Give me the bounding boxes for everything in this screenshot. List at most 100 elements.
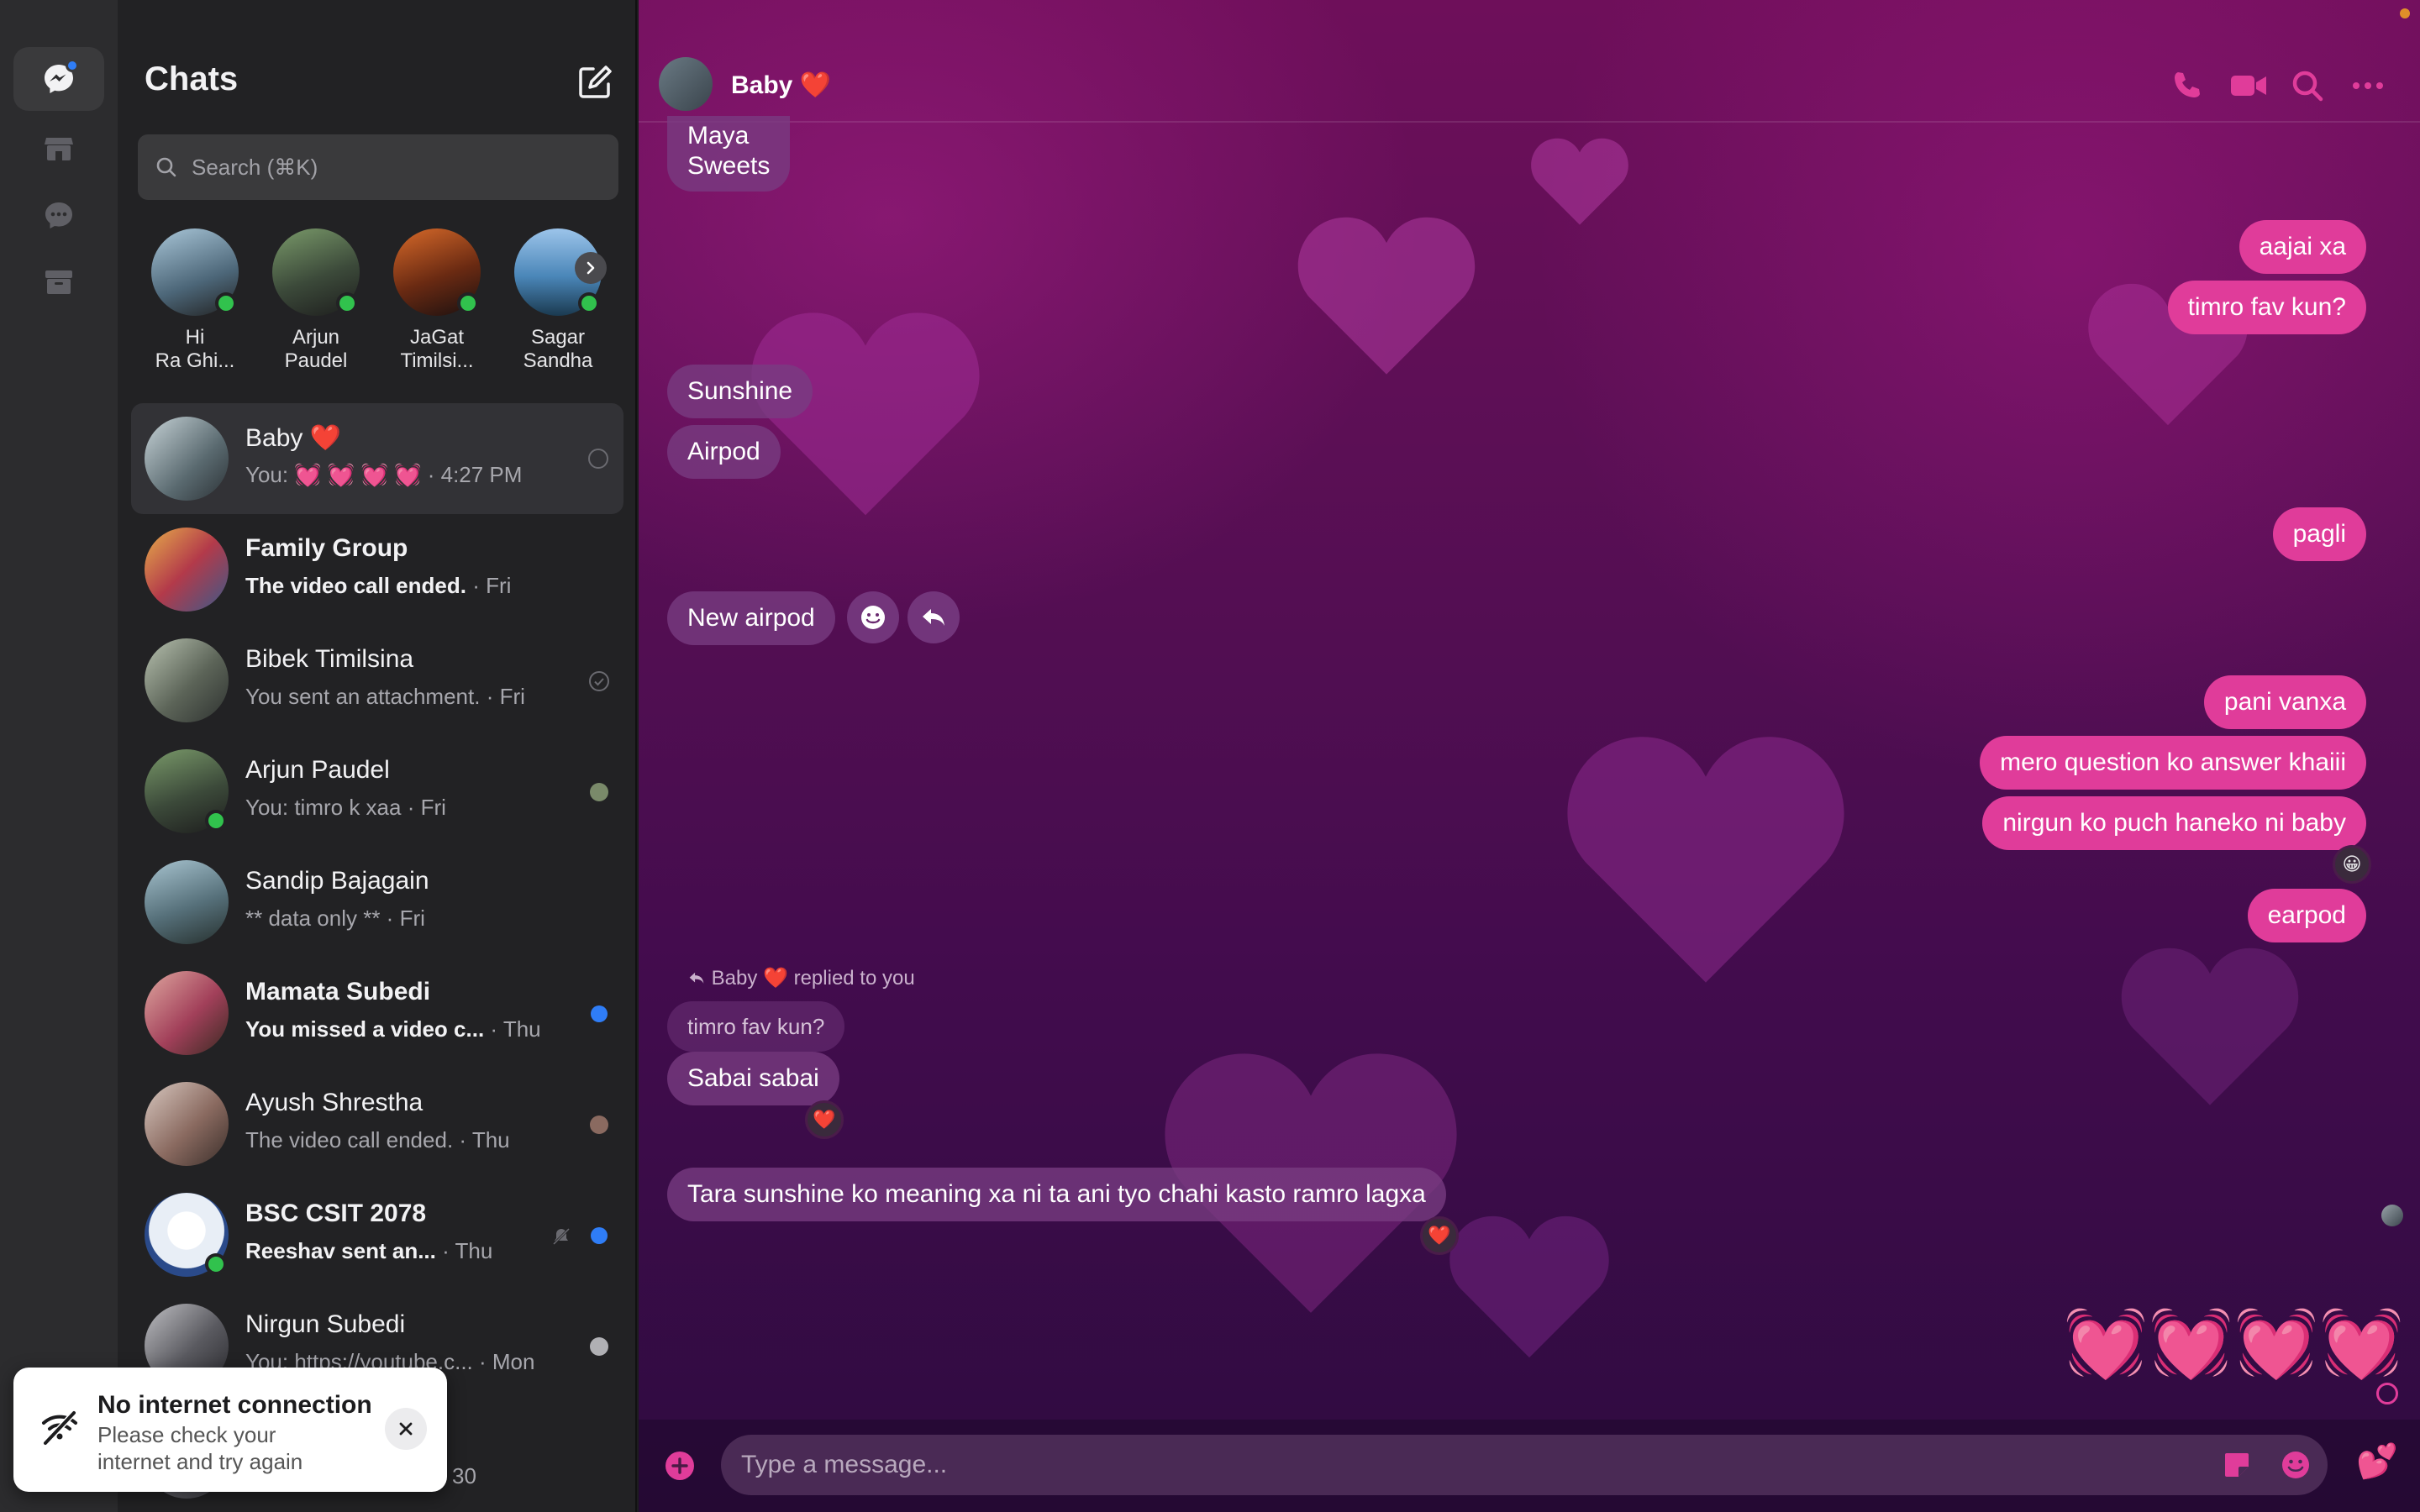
outgoing-message[interactable]: mero question ko answer khaiii: [1980, 736, 2366, 790]
message-input[interactable]: [741, 1435, 2170, 1495]
avatar: [145, 528, 229, 612]
seen-avatar: [590, 1116, 608, 1134]
delivery-status: [588, 449, 610, 470]
reply-button[interactable]: [908, 591, 960, 643]
conversation-name: Sandip Bajagain: [245, 867, 429, 895]
incoming-message[interactable]: Maya Sweets: [667, 116, 791, 192]
message-reaction[interactable]: 😀: [2333, 845, 2371, 884]
conversation-name: Nirgun Subedi: [245, 1310, 406, 1338]
conversation-item[interactable]: Ayush Shrestha The video call ended. · T…: [131, 1068, 623, 1179]
seen-avatar: [590, 1337, 608, 1356]
close-icon: [399, 1422, 413, 1436]
rail-marketplace-button[interactable]: [13, 116, 104, 180]
rail-chats-button[interactable]: [13, 47, 104, 111]
conversation-pane: Baby ❤️ Maya Sweets aajai xa timro fav k…: [639, 0, 2420, 1512]
online-indicator: [205, 1253, 227, 1275]
heart-decoration: [1567, 737, 1844, 983]
seen-avatar: [2381, 1205, 2403, 1226]
unread-indicator: [588, 1225, 610, 1247]
outgoing-message[interactable]: aajai xa: [2238, 220, 2366, 274]
message-preview: You sent an attachment.: [245, 684, 481, 709]
rail-archive-button[interactable]: [13, 250, 104, 314]
conversation-item[interactable]: BSC CSIT 2078 Reeshav sent an... · Thu: [131, 1179, 623, 1290]
avatar: [145, 971, 229, 1055]
more-options-icon[interactable]: [2349, 67, 2386, 104]
message-time: Thu: [502, 1016, 541, 1042]
chat-list-panel: Chats HiRa Ghi... ArjunPaudel JaGatTimil…: [118, 0, 637, 1512]
conversation-item[interactable]: Bibek Timilsina You sent an attachment. …: [131, 625, 623, 736]
phone-icon[interactable]: [2168, 67, 2205, 104]
search-icon: [156, 157, 176, 177]
conversation-name: Ayush Shrestha: [245, 1089, 424, 1116]
video-call-icon[interactable]: [2228, 67, 2269, 104]
delivery-status: [588, 1336, 610, 1357]
chat-bubble-icon: [45, 202, 72, 228]
unread-indicator: [66, 59, 79, 72]
outgoing-message[interactable]: pani vanxa: [2203, 675, 2366, 729]
conversation-item[interactable]: Arjun Paudel You: timro k xaa · Fri: [131, 736, 623, 847]
outgoing-message[interactable]: nirgun ko puch haneko ni baby: [1982, 796, 2366, 850]
outgoing-message[interactable]: earpod: [2247, 889, 2366, 942]
outgoing-hearts-message[interactable]: 💓💓💓💓: [2064, 1297, 2405, 1389]
sticker-icon[interactable]: [2222, 1450, 2252, 1480]
seen-avatar: [590, 783, 608, 801]
message-time: Fri: [399, 906, 425, 931]
outgoing-message[interactable]: timro fav kun?: [2167, 281, 2366, 334]
delivery-status: [588, 670, 610, 692]
message-reaction[interactable]: ❤️: [1420, 1216, 1459, 1255]
stories-next-button[interactable]: [575, 252, 607, 284]
online-indicator: [336, 292, 358, 314]
avatar: [145, 638, 229, 722]
incoming-message[interactable]: New airpod: [667, 591, 835, 645]
unread-indicator: [588, 1003, 610, 1025]
active-contact[interactable]: Arjun Paudel: [255, 228, 376, 373]
incoming-message[interactable]: Tara sunshine ko meaning xa ni ta ani ty…: [667, 1168, 1446, 1221]
sent-circle-icon: [2376, 1383, 2398, 1404]
add-attachment-button[interactable]: [664, 1450, 696, 1482]
react-button[interactable]: [847, 591, 899, 643]
avatar: [145, 860, 229, 944]
conversation-name: Bibek Timilsina: [245, 645, 414, 673]
rail-requests-button[interactable]: [13, 183, 104, 247]
conversation-item[interactable]: Baby ❤️ You: 💓 💓 💓 💓 · 4:27 PM: [131, 403, 623, 514]
new-message-button[interactable]: [575, 62, 615, 102]
emoji-icon[interactable]: [2281, 1450, 2311, 1480]
message-time: Thu: [471, 1127, 510, 1152]
avatar: [393, 228, 481, 316]
toast-close-button[interactable]: [385, 1408, 427, 1450]
conversation-item[interactable]: Mamata Subedi You missed a video c... · …: [131, 958, 623, 1068]
conversation-header: Baby ❤️: [639, 0, 2420, 123]
message-input-wrapper: [721, 1435, 2328, 1495]
delivery-status: [588, 1114, 610, 1136]
outgoing-message[interactable]: pagli: [2272, 507, 2366, 561]
contact-name[interactable]: Baby ❤️: [731, 71, 831, 100]
incoming-message[interactable]: Sunshine: [667, 365, 813, 418]
quoted-message[interactable]: timro fav kun?: [667, 1001, 845, 1052]
no-wifi-icon: [42, 1410, 77, 1446]
smiley-icon: [861, 606, 885, 629]
incoming-message[interactable]: Sabai sabai: [667, 1052, 839, 1105]
active-contact[interactable]: Sagar Sandha: [497, 228, 618, 373]
reply-icon: [923, 609, 944, 626]
search-input[interactable]: [192, 154, 595, 181]
active-contact[interactable]: Hi Ra Ghi...: [134, 228, 255, 373]
search-bar[interactable]: [138, 134, 618, 200]
sent-circle-icon: [588, 449, 608, 469]
contact-name: Arjun: [292, 326, 340, 349]
message-time: Fri: [499, 684, 525, 709]
message-reaction[interactable]: ❤️: [805, 1100, 844, 1139]
store-icon: [45, 138, 73, 160]
conversation-item[interactable]: Family Group The video call ended. · Fri: [131, 514, 623, 625]
conversation-name: Family Group: [245, 534, 408, 562]
contact-avatar[interactable]: [659, 57, 713, 111]
online-indicator: [457, 292, 479, 314]
conversation-item[interactable]: Sandip Bajagain ** data only ** · Fri: [131, 847, 623, 958]
reply-header: Baby ❤️ replied to you: [687, 966, 915, 990]
incoming-message[interactable]: Airpod: [667, 425, 781, 479]
message-time: 4:27 PM: [440, 462, 523, 487]
heart-decoration: [1449, 1215, 1609, 1358]
toast-body: Please check your internet and try again: [97, 1422, 303, 1474]
search-icon[interactable]: [2289, 67, 2326, 104]
active-contact[interactable]: JaGat Timilsi...: [376, 228, 497, 373]
quick-reaction-button[interactable]: 💕: [2356, 1441, 2398, 1481]
